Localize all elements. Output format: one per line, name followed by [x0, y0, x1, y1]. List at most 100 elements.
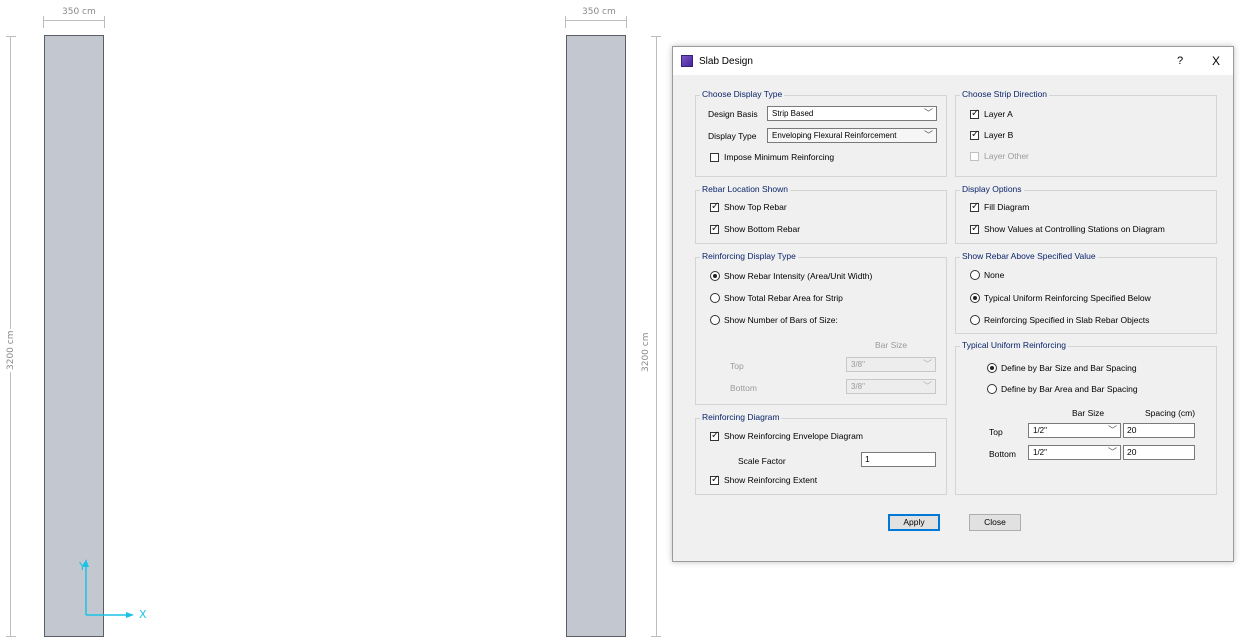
wall-element-right[interactable] [566, 35, 626, 637]
bottom-bar-size-select[interactable]: 3/8" ﹀ [846, 379, 936, 394]
typical-uniform-label: Typical Uniform Reinforcing Specified Be… [984, 293, 1151, 303]
design-basis-label: Design Basis [708, 109, 758, 119]
strip-direction-group: Choose Strip Direction Layer A Layer B L… [955, 89, 1217, 177]
chevron-down-icon: ﹀ [923, 130, 933, 140]
layer-other-label: Layer Other [984, 151, 1029, 161]
reinforcing-display-type-group: Reinforcing Display Type Show Rebar Inte… [695, 251, 947, 405]
layer-b-label: Layer B [984, 130, 1014, 140]
top-bar-size-value: 1/2" [1033, 426, 1047, 435]
show-top-rebar-checkbox[interactable] [710, 201, 719, 212]
dim-tick [104, 16, 105, 28]
chevron-down-icon: ﹀ [1107, 447, 1117, 457]
dim-tick [651, 36, 661, 37]
show-rebar-above-group: Show Rebar Above Specified Value None Ty… [955, 251, 1217, 334]
impose-min-label: Impose Minimum Reinforcing [724, 152, 835, 162]
chevron-down-icon: ﹀ [922, 381, 932, 391]
top-bar-size-select[interactable]: 3/8" ﹀ [846, 357, 936, 372]
wall-element-left[interactable] [44, 35, 104, 637]
layer-a-checkbox[interactable] [970, 108, 979, 119]
none-label: None [984, 270, 1005, 280]
dim-tick [6, 636, 16, 637]
width-dimension: 350 cm [580, 7, 618, 17]
app-icon [681, 55, 693, 67]
help-button[interactable]: ? [1171, 55, 1189, 67]
define-by-size-label: Define by Bar Size and Bar Spacing [1001, 363, 1137, 373]
layer-other-checkbox[interactable] [970, 152, 979, 161]
bottom-label: Bottom [730, 383, 757, 393]
show-values-checkbox[interactable] [970, 223, 979, 234]
typical-uniform-radio[interactable] [970, 293, 980, 303]
define-by-area-radio[interactable] [987, 384, 997, 394]
bottom-bar-size-value: 3/8" [851, 382, 865, 391]
design-basis-select[interactable]: Strip Based ﹀ [767, 106, 937, 121]
top-bar-size-value: 3/8" [851, 360, 865, 369]
show-values-label: Show Values at Controlling Stations on D… [984, 224, 1165, 234]
top-bar-size-select[interactable]: 1/2" ﹀ [1028, 423, 1121, 438]
dim-line [656, 36, 657, 636]
chevron-down-icon: ﹀ [922, 359, 932, 369]
layer-b-checkbox[interactable] [970, 129, 979, 140]
spacing-header: Spacing (cm) [1145, 408, 1196, 418]
apply-button[interactable]: Apply [888, 514, 940, 531]
rebar-intensity-label: Show Rebar Intensity (Area/Unit Width) [724, 271, 873, 281]
group-legend: Choose Display Type [700, 89, 785, 99]
chevron-down-icon: ﹀ [1107, 425, 1117, 435]
display-type-value: Enveloping Flexural Reinforcement [772, 131, 897, 140]
impose-min-checkbox[interactable] [710, 153, 719, 162]
scale-factor-label: Scale Factor [738, 456, 786, 466]
design-basis-value: Strip Based [772, 109, 814, 118]
bottom-spacing-input[interactable]: 20 [1123, 445, 1195, 460]
reinforcing-extent-checkbox[interactable] [710, 474, 719, 485]
dim-line [43, 20, 105, 21]
fill-diagram-label: Fill Diagram [984, 202, 1030, 212]
rebar-intensity-radio[interactable] [710, 271, 720, 281]
typical-uniform-reinforcing-group: Typical Uniform Reinforcing Define by Ba… [955, 340, 1217, 495]
bottom-bar-size-select[interactable]: 1/2" ﹀ [1028, 445, 1121, 460]
dialog-title: Slab Design [699, 56, 753, 67]
bar-size-header: Bar Size [875, 340, 908, 350]
height-dimension: 3200 cm [6, 328, 16, 372]
rebar-location-group: Rebar Location Shown Show Top Rebar Show… [695, 184, 947, 244]
bar-size-header: Bar Size [1072, 408, 1105, 418]
reinforcing-extent-label: Show Reinforcing Extent [724, 475, 818, 485]
total-rebar-area-label: Show Total Rebar Area for Strip [724, 293, 843, 303]
axis-triad [83, 559, 134, 618]
group-legend: Choose Strip Direction [960, 89, 1050, 99]
define-by-area-label: Define by Bar Area and Bar Spacing [1001, 384, 1138, 394]
group-legend: Display Options [960, 184, 1024, 194]
dim-tick [6, 36, 16, 37]
group-legend: Show Rebar Above Specified Value [960, 251, 1098, 261]
group-legend: Rebar Location Shown [700, 184, 791, 194]
display-type-group: Choose Display Type Design Basis Strip B… [695, 89, 947, 177]
number-of-bars-radio[interactable] [710, 315, 720, 325]
x-axis-label: X [139, 608, 147, 621]
layer-a-label: Layer A [984, 109, 1013, 119]
slab-rebar-objects-radio[interactable] [970, 315, 980, 325]
top-spacing-input[interactable]: 20 [1123, 423, 1195, 438]
group-legend: Reinforcing Display Type [700, 251, 798, 261]
display-type-label: Display Type [708, 131, 757, 141]
envelope-diagram-checkbox[interactable] [710, 430, 719, 441]
total-rebar-area-radio[interactable] [710, 293, 720, 303]
dim-line [565, 20, 627, 21]
close-button[interactable]: Close [969, 514, 1021, 531]
chevron-down-icon: ﹀ [923, 108, 933, 118]
close-icon[interactable]: X [1207, 54, 1225, 68]
bottom-bar-size-value: 1/2" [1033, 448, 1047, 457]
scale-factor-input[interactable]: 1 [861, 452, 936, 467]
show-bottom-rebar-checkbox[interactable] [710, 223, 719, 234]
none-radio[interactable] [970, 270, 980, 280]
fill-diagram-checkbox[interactable] [970, 201, 979, 212]
show-bottom-rebar-label: Show Bottom Rebar [724, 224, 801, 234]
define-by-size-radio[interactable] [987, 363, 997, 373]
width-dimension: 350 cm [60, 7, 98, 17]
group-legend: Typical Uniform Reinforcing [960, 340, 1068, 350]
dim-tick [651, 636, 661, 637]
display-options-group: Display Options Fill Diagram Show Values… [955, 184, 1217, 244]
display-type-select[interactable]: Enveloping Flexural Reinforcement ﹀ [767, 128, 937, 143]
top-label: Top [730, 361, 744, 371]
bottom-label: Bottom [989, 449, 1016, 459]
envelope-diagram-label: Show Reinforcing Envelope Diagram [724, 431, 863, 441]
title-bar[interactable]: Slab Design ? X [673, 47, 1233, 75]
slab-design-dialog: Slab Design ? X Choose Display Type Desi… [672, 46, 1234, 562]
